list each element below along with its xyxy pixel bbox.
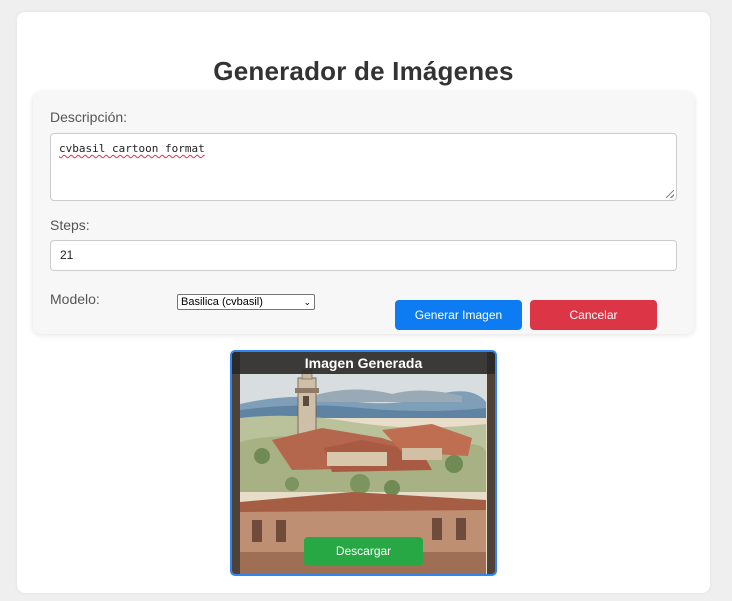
download-button[interactable]: Descargar	[304, 537, 423, 566]
resize-grip-icon[interactable]	[666, 190, 674, 198]
cancel-button[interactable]: Cancelar	[530, 300, 657, 330]
model-selected-value: Basilica (cvbasil)	[181, 296, 263, 308]
chevron-down-icon: ⌄	[303, 297, 311, 307]
form-panel: Descripción: cvbasil cartoon format Step…	[33, 92, 694, 334]
model-select[interactable]: Basilica (cvbasil) ⌄	[177, 294, 315, 310]
model-label: Modelo:	[50, 291, 100, 307]
page-title: Generador de Imágenes	[213, 56, 514, 86]
main-card: Generador de Imágenes Descripción: cvbas…	[17, 12, 710, 593]
generated-image-card: Imagen Generada Descargar	[230, 350, 497, 576]
description-textarea[interactable]: cvbasil cartoon format	[50, 133, 677, 201]
description-label: Descripción:	[50, 109, 128, 125]
generated-image-header: Imagen Generada	[232, 352, 495, 374]
description-text: cvbasil cartoon format	[59, 142, 205, 155]
generate-image-button[interactable]: Generar Imagen	[395, 300, 522, 330]
steps-label: Steps:	[50, 217, 90, 233]
steps-input[interactable]: 21	[50, 240, 677, 271]
